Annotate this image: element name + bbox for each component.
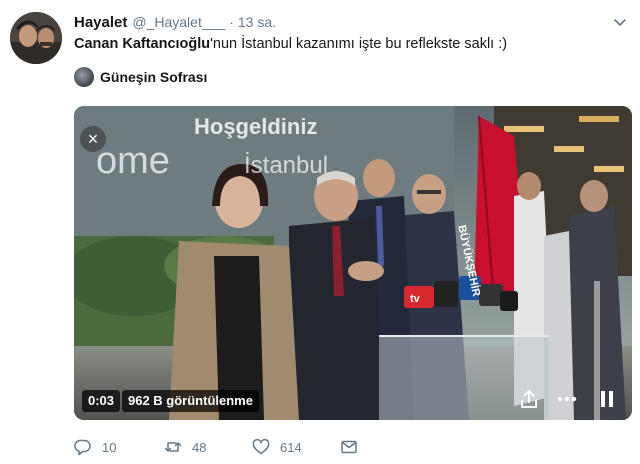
svg-text:tv: tv — [410, 293, 421, 305]
display-name[interactable]: Hayalet — [74, 14, 127, 31]
tweet-actions: 10 48 614 — [74, 436, 368, 458]
like-count: 614 — [280, 439, 302, 455]
caret-down-icon[interactable] — [612, 14, 628, 30]
pause-icon[interactable] — [596, 388, 618, 410]
source-name: Güneşin Sofrası — [100, 69, 208, 85]
like-icon — [252, 438, 270, 455]
like-button[interactable]: 614 — [252, 438, 340, 456]
retweet-button[interactable]: 48 — [164, 438, 252, 456]
reply-icon — [74, 439, 91, 456]
video-time-badge: 0:03 — [82, 390, 121, 412]
source-row[interactable]: Güneşin Sofrası — [74, 66, 207, 88]
more-icon[interactable] — [556, 388, 578, 410]
reply-button[interactable]: 10 — [74, 438, 164, 456]
retweet-icon — [164, 442, 182, 452]
tweet-header: Hayalet @_Hayalet___ · 13 sa. — [74, 12, 628, 32]
tweet-text-rest: 'nun İstanbul kazanımı işte bu reflekste… — [210, 36, 508, 52]
mention-name: Canan Kaftancıoğlu — [74, 36, 211, 52]
tweet-time[interactable]: 13 sa. — [238, 14, 276, 30]
close-icon[interactable]: × — [80, 126, 106, 152]
retweet-count: 48 — [192, 439, 207, 455]
user-handle[interactable]: @_Hayalet___ — [132, 14, 225, 30]
separator-dot: · — [229, 14, 234, 30]
message-button[interactable] — [340, 438, 368, 456]
message-icon — [341, 440, 357, 454]
banner-text: Hoşgeldiniz — [194, 114, 318, 139]
reply-count: 10 — [102, 439, 117, 455]
share-icon[interactable] — [518, 388, 540, 410]
tweet-text: Canan Kaftancıoğlu'nun İstanbul kazanımı… — [74, 34, 628, 54]
banner-text-2: ome — [96, 140, 170, 182]
banner-text-3: İstanbul — [244, 152, 329, 179]
user-avatar[interactable] — [10, 12, 62, 64]
source-avatar — [74, 67, 94, 87]
video-player[interactable]: tv Hoşgeldiniz ome İstanbul BÜYÜKŞEHİR ×… — [74, 106, 632, 420]
video-views-badge: 962 B görüntülenme — [122, 390, 259, 412]
